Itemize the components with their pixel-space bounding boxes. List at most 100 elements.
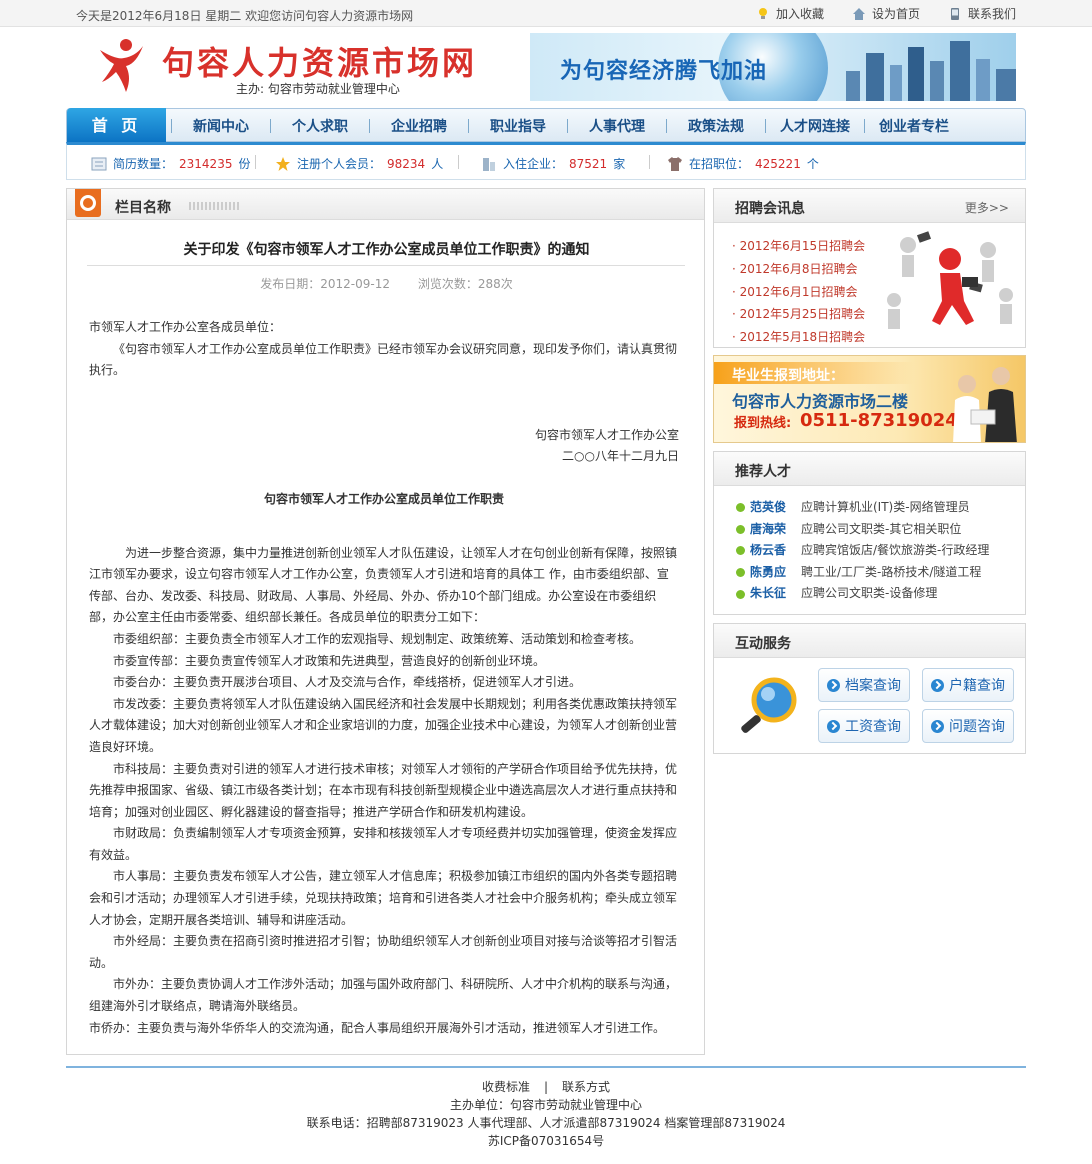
stat-companies-unit: 家 [613,157,626,171]
list-item[interactable]: · 2012年5月25日招聘会 [732,303,865,326]
job-fair-link[interactable]: 2012年6月1日招聘会 [740,285,858,299]
footer-icp[interactable]: 苏ICP备07031654号 [0,1132,1092,1150]
salary-query-label: 工资查询 [845,719,901,735]
nav-recruitment[interactable]: 企业招聘 [370,116,468,136]
stat-members: 注册个人会员： 98234 人 [275,155,443,172]
hotline-label: 报到热线: [734,416,792,431]
view-count: 浏览次数：288次 [417,277,513,291]
stat-positions-label: 在招职位： [689,157,750,171]
section-title: 栏目名称 [115,200,171,216]
article-meta: 发布日期：2012-09-12 浏览次数：288次 [67,275,706,292]
nav-home[interactable]: 首 页 [67,108,166,143]
host-organization: 主办: 句容市劳动就业管理中心 [236,82,400,96]
site-logo-icon[interactable] [96,36,146,94]
salary-query-button[interactable]: 工资查询 [818,709,910,743]
list-item[interactable]: 唐海荣 应聘公司文职类-其它相关职位 [736,519,989,541]
recommended-talent-title: 推荐人才 [735,464,791,480]
resume-icon [91,157,107,170]
stat-resumes-value: 2314235 [179,156,233,171]
talent-name[interactable]: 唐海荣 [750,519,801,541]
talent-job[interactable]: 应聘宾馆饭店/餐饮旅游类-行政经理 [801,540,989,562]
site-title[interactable]: 句容人力资源市场网 [162,38,477,84]
footer-links: 收费标准 | 联系方式 [0,1078,1092,1096]
add-favorite-link[interactable]: 加入收藏 [756,5,824,22]
list-item[interactable]: · 2012年6月15日招聘会 [732,235,865,258]
job-fair-title: 招聘会讯息 [735,201,805,217]
household-query-button[interactable]: 户籍查询 [922,668,1014,702]
talent-name[interactable]: 朱长征 [750,583,801,605]
top-links: 加入收藏 设为首页 联系我们 [756,5,1016,22]
nav-career-guidance[interactable]: 职业指导 [469,116,567,136]
date-welcome-text: 今天是2012年6月18日 星期二 欢迎您访问句容人力资源市场网 [76,9,414,23]
list-item[interactable]: 范英俊 应聘计算机业(IT)类-网络管理员 [736,497,989,519]
magnifier-icon [741,677,797,733]
bullet-icon [736,503,745,513]
bullet-icon [736,546,745,556]
intro-paragraph: 《句容市领军人才工作办公室成员单位工作职责》已经市领军办会议研究同意，现印发予你… [89,341,678,378]
nav-talent-links[interactable]: 人才网连接 [766,116,864,136]
doc-title: 句容市领军人才工作办公室成员单位工作职责 [263,491,504,506]
contact-method-link[interactable]: 联系方式 [562,1078,610,1096]
nav-hr-agency[interactable]: 人事代理 [568,116,666,136]
talent-name[interactable]: 范英俊 [750,497,801,519]
job-fair-link[interactable]: 2012年6月8日招聘会 [740,262,858,276]
bullet-icon [736,568,745,578]
lightbulb-icon [758,7,767,19]
list-item[interactable]: 陈勇应 聘工业/工厂类-路桥技术/隧道工程 [736,562,989,584]
talent-name[interactable]: 杨云香 [750,540,801,562]
phone-icon [950,7,959,20]
top-bar: 今天是2012年6月18日 星期二 欢迎您访问句容人力资源市场网 加入收藏 设为… [0,0,1092,27]
nav-policies[interactable]: 政策法规 [667,116,765,136]
footer-divider [66,1066,1026,1068]
interactive-service-title: 互动服务 [735,636,791,652]
talent-job[interactable]: 应聘公司文职类-其它相关职位 [801,519,961,541]
duty-paragraph: 市财政局：负责编制领军人才专项资金预算，安排和核拨领军人才专项经费并切实加强管理… [89,826,678,862]
stat-companies-value: 87521 [569,156,608,171]
talent-list: 范英俊 应聘计算机业(IT)类-网络管理员 唐海荣 应聘公司文职类-其它相关职位 杨… [736,497,989,605]
set-homepage-link[interactable]: 设为首页 [852,5,920,22]
interactive-service-header: 互动服务 [714,624,1025,658]
header-banner[interactable]: 为句容经济腾飞加油 [530,33,1016,101]
header-decoration [189,202,239,210]
duty-paragraph: 市人事局：主要负责发布领军人才公告，建立领军人才信息库；积极参加镇江市组织的国内… [89,869,678,927]
article-title: 关于印发《句容市领军人才工作办公室成员单位工作职责》的通知 [183,242,590,258]
nav-entrepreneurs[interactable]: 创业者专栏 [865,116,963,136]
talent-job[interactable]: 聘工业/工厂类-路桥技术/隧道工程 [801,562,981,584]
talent-job[interactable]: 应聘计算机业(IT)类-网络管理员 [801,497,970,519]
footer-host: 主办单位：句容市劳动就业管理中心 [449,1098,642,1112]
nav-job-seeking[interactable]: 个人求职 [271,116,369,136]
duty-paragraph: 市科技局：主要负责对引进的领军人才进行技术审核；对领军人才领衔的产学研合作项目给… [89,761,678,819]
stat-companies: 入住企业： 87521 家 [481,155,625,172]
list-item[interactable]: · 2012年5月18日招聘会 [732,326,865,349]
arrow-circle-icon [827,678,840,692]
duty-paragraph: 市外办：主要负责协调人才工作涉外活动；加强与国外政府部门、科研院所、人才中介机构… [89,977,678,1014]
contact-us-link[interactable]: 联系我们 [948,5,1016,22]
list-item[interactable]: · 2012年6月8日招聘会 [732,258,865,281]
question-consult-button[interactable]: 问题咨询 [922,709,1014,743]
recommended-talent-header: 推荐人才 [714,452,1025,486]
article-panel-header: 栏目名称 [67,189,704,220]
fee-standard-link[interactable]: 收费标准 [482,1078,530,1096]
nav-news[interactable]: 新闻中心 [172,116,270,136]
footer-phones: 联系电话：招聘部87319023 人事代理部、人才派遣部87319024 档案管… [306,1116,786,1130]
graduate-report-banner[interactable]: 毕业生报到地址： 句容市人力资源市场二楼 报到热线: 0511-87319024 [713,355,1026,443]
archive-query-button[interactable]: 档案查询 [818,668,910,702]
job-fair-link[interactable]: 2012年6月15日招聘会 [740,239,865,253]
graduate-address-label: 毕业生报到地址： [732,368,844,384]
list-item[interactable]: · 2012年6月1日招聘会 [732,281,865,304]
more-link[interactable]: 更多>> [965,199,1009,216]
duty-paragraph: 市委台办：主要负责开展涉台项目、人才及交流与合作，牵线搭桥，促进领军人才引进。 [113,675,582,690]
list-item[interactable]: 朱长征 应聘公司文职类-设备修理 [736,583,989,605]
publish-date: 发布日期：2012-09-12 [260,277,390,291]
talent-job[interactable]: 应聘公司文职类-设备修理 [801,583,937,605]
stat-companies-label: 入住企业： [503,157,564,171]
talent-name[interactable]: 陈勇应 [750,562,801,584]
building-icon [483,157,495,171]
banner-slogan: 为句容经济腾飞加油 [560,59,768,84]
job-fair-link[interactable]: 2012年5月18日招聘会 [740,330,865,344]
list-item[interactable]: 杨云香 应聘宾馆饭店/餐饮旅游类-行政经理 [736,540,989,562]
job-fair-list: · 2012年6月15日招聘会 · 2012年6月8日招聘会 · 2012年6月… [732,235,865,349]
job-fair-link[interactable]: 2012年5月25日招聘会 [740,307,865,321]
